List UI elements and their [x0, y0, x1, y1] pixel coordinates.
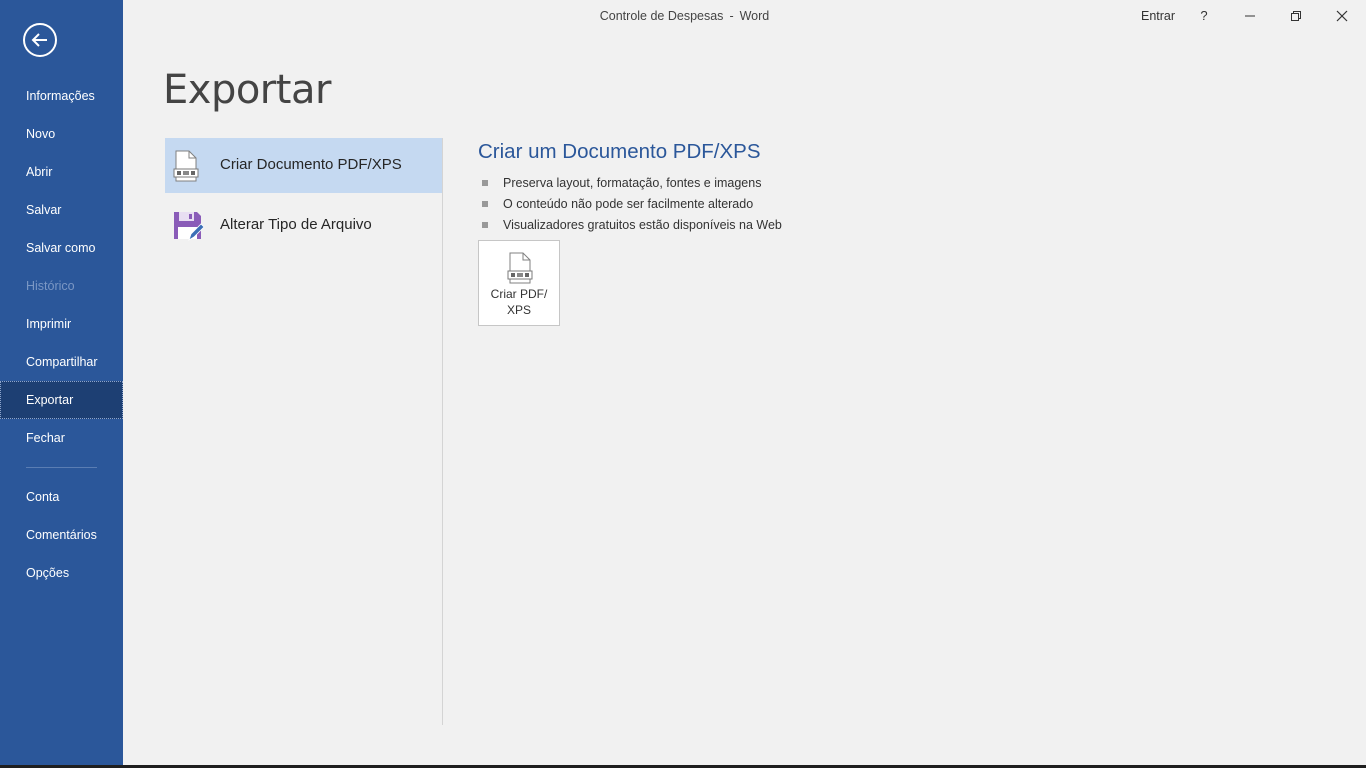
option-create-pdf-xps[interactable]: Criar Documento PDF/XPS — [165, 138, 442, 193]
minimize-button[interactable] — [1227, 0, 1273, 32]
option-label: Alterar Tipo de Arquivo — [220, 216, 372, 233]
nav-item-historico: Histórico — [26, 279, 75, 293]
back-button[interactable] — [23, 23, 57, 57]
help-button[interactable]: ? — [1181, 0, 1227, 32]
nav-item-imprimir[interactable]: Imprimir — [0, 305, 123, 343]
restore-icon — [1291, 11, 1301, 21]
sign-in-link[interactable]: Entrar — [1141, 9, 1175, 23]
pdf-document-icon — [173, 150, 203, 182]
window-title: Controle de Despesas - Word — [123, 9, 1366, 23]
title-separator: - — [729, 9, 734, 23]
title-bar: Controle de Despesas - Word Entrar ? — [123, 0, 1366, 32]
nav-item-novo[interactable]: Novo — [0, 115, 123, 153]
bullet-square-icon — [482, 180, 488, 186]
pdf-document-icon — [507, 252, 533, 289]
bullet-square-icon — [482, 222, 488, 228]
feature-item: O conteúdo não pode ser facilmente alter… — [478, 194, 1178, 215]
detail-pane: Criar um Documento PDF/XPS Preserva layo… — [478, 140, 1178, 326]
feature-text: Preserva layout, formatação, fontes e im… — [503, 176, 762, 190]
nav-item-abrir[interactable]: Abrir — [0, 153, 123, 191]
nav-item-conta[interactable]: Conta — [0, 478, 123, 516]
nav-item-comentarios[interactable]: Comentários — [0, 516, 123, 554]
nav-item-salvar-como[interactable]: Salvar como — [0, 229, 123, 267]
restore-button[interactable] — [1273, 0, 1319, 32]
export-options-list: Criar Documento PDF/XPS Alterar Tipo de … — [165, 138, 442, 258]
document-name: Controle de Despesas — [599, 9, 724, 23]
pane-divider — [442, 138, 443, 725]
nav-item-salvar[interactable]: Salvar — [0, 191, 123, 229]
feature-text: O conteúdo não pode ser facilmente alter… — [503, 197, 754, 211]
nav-item-informacoes[interactable]: Informações — [0, 77, 123, 115]
backstage-sidebar: Informações Novo Abrir Salvar Salvar com… — [0, 0, 123, 768]
nav-item-exportar[interactable]: Exportar — [0, 381, 123, 419]
option-label: Criar Documento PDF/XPS — [220, 156, 402, 173]
bullet-square-icon — [482, 201, 488, 207]
feature-item: Visualizadores gratuitos estão disponíve… — [478, 215, 1178, 236]
close-icon — [1336, 10, 1348, 22]
nav-item-opcoes[interactable]: Opções — [0, 554, 123, 592]
nav-item-compartilhar[interactable]: Compartilhar — [0, 343, 123, 381]
feature-list: Preserva layout, formatação, fontes e im… — [478, 173, 1178, 236]
nav-divider — [26, 467, 97, 468]
save-as-floppy-icon — [173, 210, 205, 242]
detail-title: Criar um Documento PDF/XPS — [478, 140, 761, 163]
back-arrow-icon — [31, 33, 47, 47]
nav-item-fechar[interactable]: Fechar — [0, 419, 123, 457]
close-button[interactable] — [1319, 0, 1365, 32]
create-pdf-xps-button[interactable]: Criar PDF/ XPS — [478, 240, 560, 326]
page-title: Exportar — [163, 67, 331, 113]
feature-text: Visualizadores gratuitos estão disponíve… — [503, 218, 782, 232]
create-pdf-xps-label: Criar PDF/ XPS — [490, 287, 548, 317]
app-name: Word — [739, 9, 770, 23]
minimize-icon — [1245, 15, 1255, 17]
option-change-file-type[interactable]: Alterar Tipo de Arquivo — [165, 198, 442, 253]
feature-item: Preserva layout, formatação, fontes e im… — [478, 173, 1178, 194]
backstage-nav: Informações Novo Abrir Salvar Salvar com… — [0, 77, 123, 592]
